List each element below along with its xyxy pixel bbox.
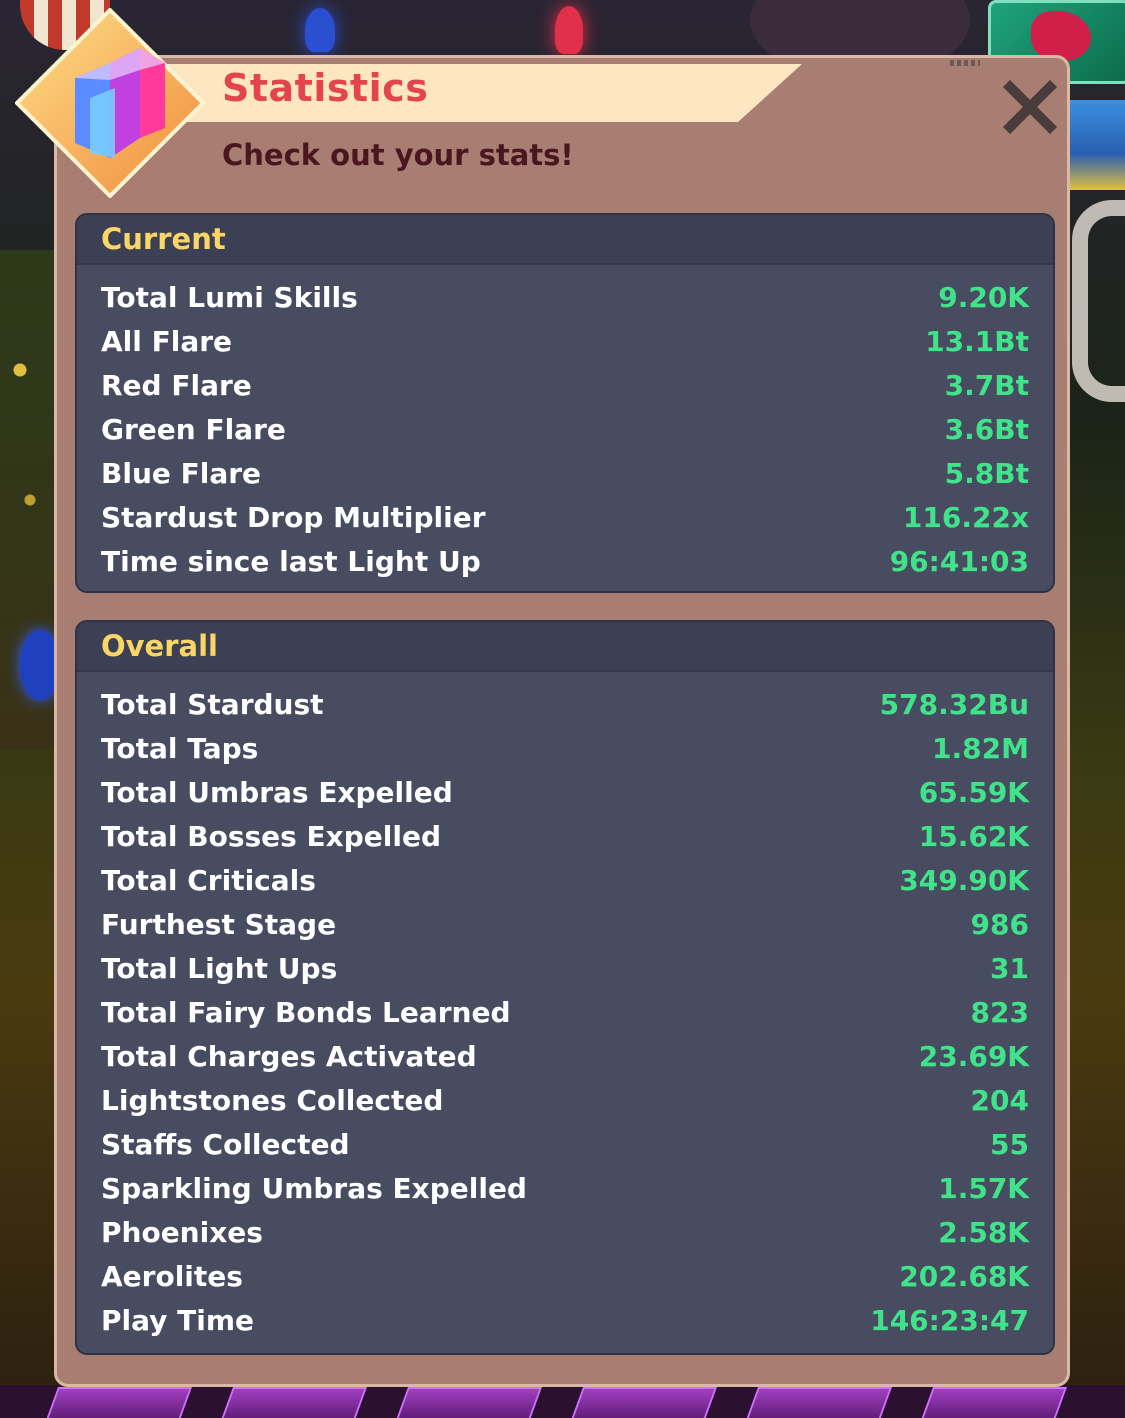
stat-value: 146:23:47 [870,1303,1029,1337]
overall-stats-panel: Overall Total Stardust 578.32Bu Total Tap… [75,620,1055,1355]
overall-stats-list: Total Stardust 578.32Bu Total Taps 1.82M T… [77,672,1053,1342]
stat-row: Furthest Stage 986 [101,902,1029,946]
stat-value: 823 [970,995,1029,1029]
stat-row: Total Charges Activated 23.69K [101,1034,1029,1078]
stat-row: Total Light Ups 31 [101,946,1029,990]
game-scene: Statistics Check out your stats! Current… [0,0,1125,1418]
background-red-fairy [555,6,583,54]
stat-row: Play Time 146:23:47 [101,1298,1029,1342]
current-stats-list: Total Lumi Skills 9.20K All Flare 13.1Bt R… [77,265,1053,583]
stat-row: Total Lumi Skills 9.20K [101,275,1029,319]
overall-panel-header: Overall [77,622,1053,672]
stat-value: 55 [990,1127,1029,1161]
stat-label: Total Lumi Skills [101,280,358,314]
stat-label: Total Taps [101,731,259,765]
drag-handle [950,60,980,66]
stat-value: 202.68K [899,1259,1029,1293]
stats-crystal-icon [14,7,206,199]
stat-row: Lightstones Collected 204 [101,1078,1029,1122]
stat-row: Total Stardust 578.32Bu [101,682,1029,726]
stat-label: Blue Flare [101,456,262,490]
stat-label: Total Fairy Bonds Learned [101,995,511,1029]
stat-label: Aerolites [101,1259,243,1293]
stat-value: 5.8Bt [944,456,1029,490]
stat-label: Lightstones Collected [101,1083,444,1117]
stat-row: Sparkling Umbras Expelled 1.57K [101,1166,1029,1210]
dialog-title: Statistics [222,66,429,110]
stat-row: Aerolites 202.68K [101,1254,1029,1298]
stat-row: Green Flare 3.6Bt [101,407,1029,451]
close-button[interactable] [997,74,1063,140]
stat-value: 349.90K [899,863,1029,897]
stat-value: 13.1Bt [925,324,1029,358]
stat-label: Sparkling Umbras Expelled [101,1171,527,1205]
current-stats-panel: Current Total Lumi Skills 9.20K All Flare… [75,213,1055,593]
stat-row: Total Taps 1.82M [101,726,1029,770]
background-side-card[interactable] [1070,100,1125,190]
stat-value: 96:41:03 [889,544,1029,578]
stat-label: Phoenixes [101,1215,263,1249]
stat-label: Total Stardust [101,687,324,721]
bottom-menu-bar [0,1385,1125,1418]
dialog-subtitle: Check out your stats! [222,138,574,172]
bottom-menu-slot[interactable] [916,1387,1068,1418]
stat-value: 1.82M [932,731,1029,765]
stats-badge [14,7,206,199]
stat-label: Total Criticals [101,863,316,897]
stat-row: Phoenixes 2.58K [101,1210,1029,1254]
stat-value: 65.59K [918,775,1029,809]
stat-row: Total Umbras Expelled 65.59K [101,770,1029,814]
bottom-menu-slot[interactable] [41,1387,193,1418]
stat-value: 2.58K [938,1215,1029,1249]
close-icon [1002,79,1058,135]
current-panel-header: Current [77,215,1053,265]
stat-label: All Flare [101,324,233,358]
stat-value: 116.22x [902,500,1029,534]
stat-label: Red Flare [101,368,252,402]
stat-label: Play Time [101,1303,255,1337]
stat-value: 9.20K [938,280,1029,314]
stat-value: 578.32Bu [879,687,1029,721]
stat-label: Total Bosses Expelled [101,819,442,853]
stat-label: Staffs Collected [101,1127,350,1161]
stat-row: Stardust Drop Multiplier 116.22x [101,495,1029,539]
stat-row: Red Flare 3.7Bt [101,363,1029,407]
stat-row: Time since last Light Up 96:41:03 [101,539,1029,583]
stat-value: 204 [970,1083,1029,1117]
stat-row: Total Fairy Bonds Learned 823 [101,990,1029,1034]
stat-row: Staffs Collected 55 [101,1122,1029,1166]
stat-label: Total Umbras Expelled [101,775,453,809]
stat-row: Total Bosses Expelled 15.62K [101,814,1029,858]
stat-row: Blue Flare 5.8Bt [101,451,1029,495]
stat-row: Total Criticals 349.90K [101,858,1029,902]
stat-label: Time since last Light Up [101,544,481,578]
background-letter [1072,200,1125,402]
stat-label: Total Light Ups [101,951,338,985]
stat-label: Stardust Drop Multiplier [101,500,486,534]
stat-value: 23.69K [918,1039,1029,1073]
bottom-menu-slot[interactable] [391,1387,543,1418]
stat-label: Total Charges Activated [101,1039,477,1073]
stat-value: 15.62K [918,819,1029,853]
bottom-menu-slot[interactable] [216,1387,368,1418]
stat-label: Furthest Stage [101,907,337,941]
stat-label: Green Flare [101,412,286,446]
stat-value: 3.7Bt [944,368,1029,402]
stat-value: 3.6Bt [944,412,1029,446]
stat-value: 986 [970,907,1029,941]
stat-row: All Flare 13.1Bt [101,319,1029,363]
statistics-dialog: Statistics Check out your stats! Current… [54,55,1070,1387]
bottom-menu-slot[interactable] [566,1387,718,1418]
bottom-menu-slot[interactable] [741,1387,893,1418]
background-blue-fairy [305,8,335,52]
stat-value: 1.57K [938,1171,1029,1205]
stat-value: 31 [990,951,1029,985]
